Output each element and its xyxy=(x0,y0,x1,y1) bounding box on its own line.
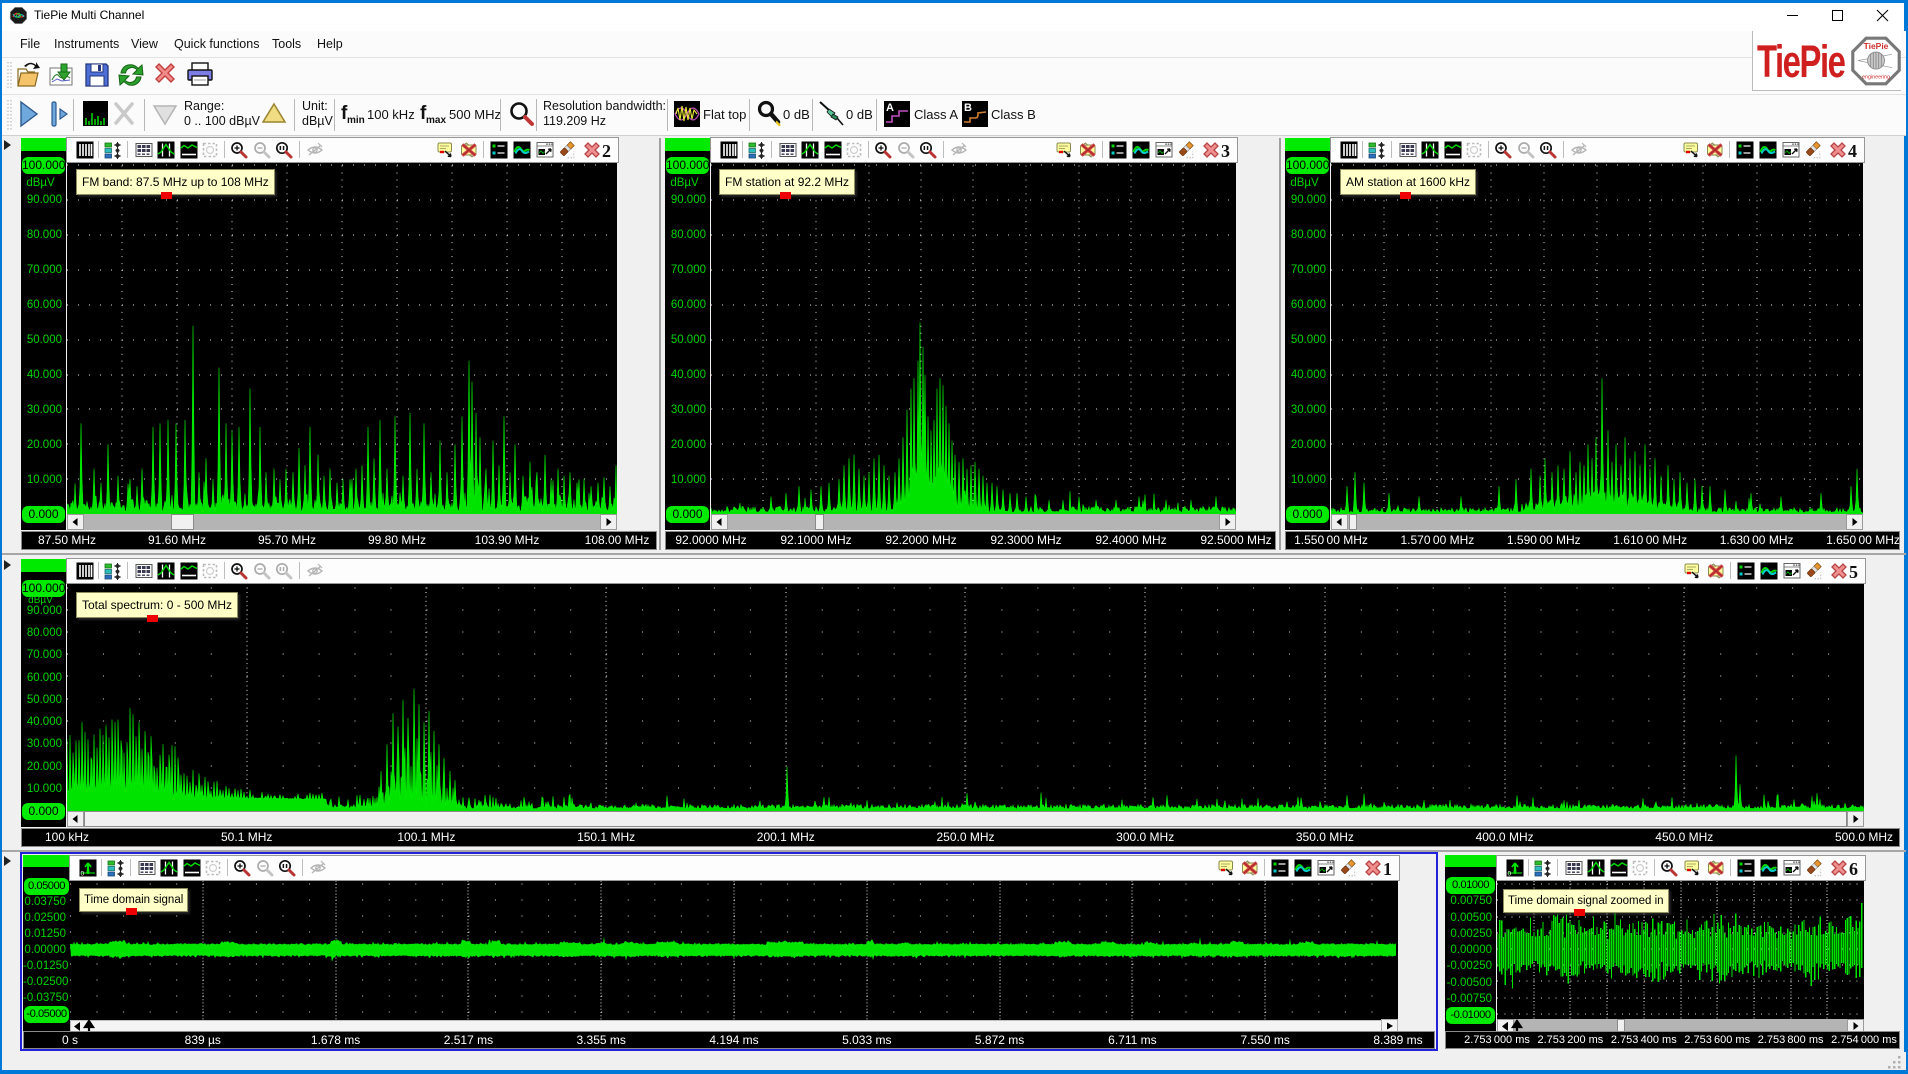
svg-text:B: B xyxy=(964,102,972,114)
svg-text:A: A xyxy=(886,102,894,114)
svg-text:engineering: engineering xyxy=(1862,74,1890,80)
svg-text:TiePie: TiePie xyxy=(1864,41,1889,51)
